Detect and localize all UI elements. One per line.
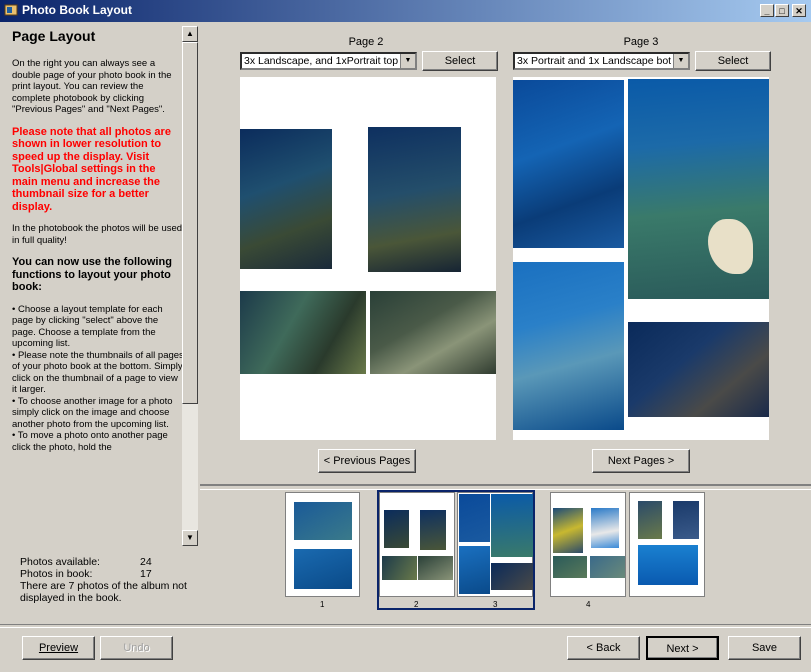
photo-slot[interactable] <box>240 129 332 269</box>
page-3-template-value: 3x Portrait and 1x Landscape bot <box>517 55 672 67</box>
thumbnail-photo <box>673 501 699 539</box>
thumbnail-photo <box>459 494 490 542</box>
help-text: Page Layout On the right you can always … <box>12 26 184 463</box>
thumbnail-page-3[interactable] <box>457 492 533 597</box>
help-functions-heading: You can now use the following functions … <box>12 256 172 293</box>
thumbnail-page-2[interactable] <box>379 492 455 597</box>
photo-stats: Photos available: 24 Photos in book: 17 Th… <box>20 556 190 604</box>
chevron-down-icon[interactable]: ▼ <box>673 54 688 68</box>
thumbnail-photo <box>591 508 619 548</box>
thumbnail-photo <box>459 546 490 594</box>
thumbnail-photo <box>384 510 409 548</box>
photos-available-label: Photos available: <box>20 556 100 568</box>
save-button[interactable]: Save <box>728 636 801 660</box>
help-paragraph-quality: In the photobook the photos will be used… <box>12 223 183 246</box>
next-button[interactable]: Next > <box>646 636 719 660</box>
photo-slot[interactable] <box>240 291 366 374</box>
thumbnail-page-5[interactable] <box>629 492 705 597</box>
thumbnail-3-number: 3 <box>493 600 498 609</box>
help-warning: Please note that all photos are shown in… <box>12 125 171 213</box>
help-panel: Page Layout On the right you can always … <box>8 26 198 546</box>
thumbnail-photo <box>294 502 352 540</box>
scroll-down-icon[interactable]: ▼ <box>182 530 198 546</box>
thumbnail-photo <box>553 556 587 578</box>
preview-button-label: Preview <box>38 642 79 654</box>
thumbnail-photo <box>491 494 533 557</box>
maximize-button[interactable]: □ <box>775 4 789 17</box>
scroll-thumb[interactable] <box>182 42 198 404</box>
minimize-button[interactable]: _ <box>760 4 774 17</box>
page-3-template-select[interactable]: 3x Portrait and 1x Landscape bot ▼ <box>513 52 690 70</box>
page-2-template-value: 3x Landscape, and 1xPortrait top <box>244 55 399 67</box>
page-3-canvas <box>513 77 769 440</box>
app-icon <box>4 4 18 16</box>
photo-slot[interactable] <box>513 80 624 248</box>
thumbnail-2-number: 2 <box>414 600 419 609</box>
thumbnail-photo <box>418 556 453 580</box>
photo-slot[interactable] <box>513 262 624 430</box>
photos-in-book-label: Photos in book: <box>20 568 93 580</box>
page-2-label: Page 2 <box>348 36 384 48</box>
thumbnail-photo <box>294 549 352 589</box>
thumbnail-1-number: 1 <box>320 600 325 609</box>
page-2-template-select[interactable]: 3x Landscape, and 1xPortrait top ▼ <box>240 52 417 70</box>
title-bar: Photo Book Layout _ □ ✕ <box>0 0 811 22</box>
thumbnail-photo <box>553 508 583 553</box>
help-scrollbar[interactable]: ▲ ▼ <box>182 26 198 546</box>
page-2-canvas <box>240 77 496 440</box>
help-heading: Page Layout <box>12 28 96 44</box>
preview-button[interactable]: Preview <box>22 636 95 660</box>
thumbnail-photo <box>590 556 625 578</box>
thumbnail-4-number: 4 <box>586 600 591 609</box>
page-3-label: Page 3 <box>623 36 659 48</box>
photo-slot[interactable] <box>368 127 461 272</box>
photo-slot[interactable] <box>370 291 496 374</box>
scroll-up-icon[interactable]: ▲ <box>182 26 198 42</box>
help-functions-list: • Choose a layout template for each page… <box>12 303 184 453</box>
close-button[interactable]: ✕ <box>792 4 806 17</box>
next-pages-button[interactable]: Next Pages > <box>592 449 690 473</box>
help-paragraph-intro: On the right you can always see a double… <box>12 58 172 115</box>
thumbnail-page-4[interactable] <box>550 492 626 597</box>
photo-highlight <box>708 219 753 274</box>
footer-divider <box>0 624 811 628</box>
page-3-select-button[interactable]: Select <box>695 51 771 71</box>
photos-in-book-value: 17 <box>140 568 152 580</box>
thumbnail-photo <box>420 510 446 550</box>
previous-pages-button[interactable]: < Previous Pages <box>318 449 416 473</box>
photo-slot[interactable] <box>628 322 769 417</box>
page-2-select-button[interactable]: Select <box>422 51 498 71</box>
photos-note: There are 7 photos of the album not disp… <box>20 580 187 604</box>
thumbnail-photo <box>382 556 417 580</box>
chevron-down-icon[interactable]: ▼ <box>400 54 415 68</box>
undo-button[interactable]: Undo <box>100 636 173 660</box>
photo-slot[interactable] <box>628 79 769 299</box>
thumbnail-page-1[interactable] <box>285 492 360 597</box>
thumbnail-photo <box>491 563 533 590</box>
back-button[interactable]: < Back <box>567 636 640 660</box>
window-title: Photo Book Layout <box>22 3 132 17</box>
thumbnail-photo <box>638 545 698 585</box>
thumbnail-photo <box>638 501 662 539</box>
photos-available-value: 24 <box>140 556 152 568</box>
